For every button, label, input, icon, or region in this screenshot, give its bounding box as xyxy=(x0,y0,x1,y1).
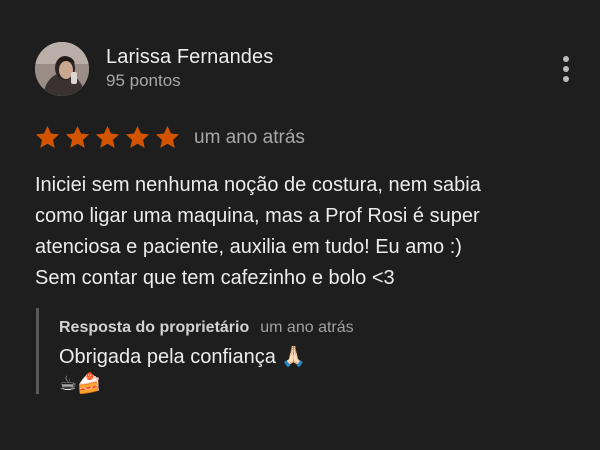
star-rating xyxy=(34,124,181,151)
star-icon xyxy=(65,126,90,148)
author-points: 95 pontos xyxy=(106,71,181,90)
star-icon xyxy=(125,126,150,148)
more-vert-icon-dot xyxy=(563,76,569,82)
reply-header: Resposta do proprietário um ano atrás xyxy=(59,319,354,337)
reply-title: Resposta do proprietário xyxy=(59,319,250,336)
star-icon xyxy=(35,126,60,148)
reply-text: Obrigada pela confiança 🙏🏻 ☕🍰 xyxy=(59,346,307,395)
more-vert-icon-dot xyxy=(563,66,569,72)
review-text: Iniciei sem nenhuma noção de costura, ne… xyxy=(35,174,481,289)
star-icon xyxy=(155,126,180,148)
avatar-photo xyxy=(35,42,89,96)
owner-reply: Resposta do proprietário um ano atrás Ob… xyxy=(36,308,559,395)
review-date: um ano atrás xyxy=(194,127,305,148)
review-card: Larissa Fernandes 95 pontos um ano atrás… xyxy=(0,0,600,450)
star-icon xyxy=(95,126,120,148)
more-options-button[interactable] xyxy=(552,50,580,88)
avatar[interactable] xyxy=(35,42,89,96)
author-name[interactable]: Larissa Fernandes xyxy=(106,46,273,69)
reply-date: um ano atrás xyxy=(260,319,354,336)
more-vert-icon xyxy=(563,56,569,62)
